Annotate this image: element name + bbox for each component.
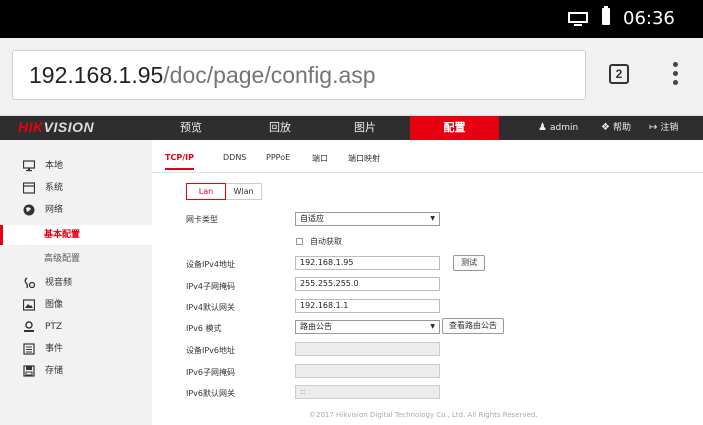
tab-wlan[interactable]: Wlan (226, 183, 262, 200)
hikvision-logo: HIKVISION (18, 119, 95, 135)
sidebar-item-advanced-config[interactable]: 高级配置 (0, 249, 152, 269)
system-icon (23, 182, 35, 194)
screen-cast-icon (568, 12, 588, 26)
video-audio-icon (24, 277, 35, 289)
tab-port[interactable]: 端口 (312, 153, 328, 164)
storage-icon (23, 365, 35, 377)
tab-ddns[interactable]: DDNS (223, 153, 246, 162)
network-subtabs: TCP/IP DDNS PPPoE 端口 端口映射 (152, 140, 703, 173)
ptz-icon (24, 321, 34, 332)
nav-picture[interactable]: 图片 (340, 116, 390, 140)
ipv6-gateway-field: :: (295, 385, 440, 399)
address-bar[interactable]: 192.168.1.95/doc/page/config.asp (12, 50, 586, 100)
sidebar-item-system[interactable]: 系统 (0, 178, 152, 198)
url-host: 192.168.1.95 (29, 62, 164, 88)
url-path: /doc/page/config.asp (163, 62, 376, 88)
event-icon (23, 343, 35, 355)
sidebar-item-event[interactable]: 事件 (0, 339, 152, 359)
dropdown-arrow-icon: ▼ (430, 215, 435, 222)
top-nav: HIKVISION 预览 回放 图片 配置 ♟ admin ❖ 帮助 ↦ 注销 (0, 116, 703, 140)
ipv6-address-label: 设备IPv6地址 (186, 346, 236, 355)
help-icon: ❖ (601, 122, 610, 133)
browser-toolbar: 192.168.1.95/doc/page/config.asp 2 (0, 38, 703, 116)
nav-preview[interactable]: 预览 (166, 116, 216, 140)
ipv6-gateway-label: IPv6默认网关 (186, 389, 236, 398)
tab-port-mapping[interactable]: 端口映射 (348, 153, 380, 164)
globe-icon (23, 204, 35, 216)
battery-icon (602, 6, 610, 25)
ipv4-gateway-field[interactable]: 192.168.1.1 (295, 299, 440, 313)
ipv6-mode-select[interactable]: 路由公告 ▼ (295, 320, 440, 334)
monitor-icon (23, 160, 35, 172)
user-icon: ♟ (538, 122, 547, 133)
dhcp-checkbox[interactable] (296, 238, 303, 245)
tab-lan[interactable]: Lan (186, 183, 226, 200)
sidebar-item-local[interactable]: 本地 (0, 156, 152, 176)
tab-tcpip[interactable]: TCP/IP (165, 153, 194, 170)
ipv4-gateway-label: IPv4默认网关 (186, 303, 236, 312)
logout-icon: ↦ (649, 122, 658, 133)
nav-configuration[interactable]: 配置 (410, 116, 499, 140)
view-router-advertisement-button[interactable]: 查看路由公告 (442, 318, 504, 334)
tab-switcher-button[interactable]: 2 (609, 64, 629, 84)
sidebar-item-basic-config[interactable]: 基本配置 (0, 225, 152, 245)
test-button[interactable]: 测试 (453, 255, 485, 271)
sidebar-item-video-audio[interactable]: 视音频 (0, 273, 152, 293)
clock: 06:36 (623, 8, 675, 29)
ipv6-mode-label: IPv6 模式 (186, 324, 222, 333)
help-link[interactable]: ❖ 帮助 (601, 116, 631, 140)
ipv4-address-label: 设备IPv4地址 (186, 260, 236, 269)
tab-pppoe[interactable]: PPPoE (266, 153, 290, 162)
ipv6-address-field (295, 342, 440, 356)
image-icon (23, 299, 35, 311)
logout-link[interactable]: ↦ 注销 (649, 116, 678, 140)
copyright-footer: ©2017 Hikvision Digital Technology Co., … (309, 411, 538, 419)
ipv4-address-field[interactable]: 192.168.1.95 (295, 256, 440, 270)
ipv4-mask-field[interactable]: 255.255.255.0 (295, 277, 440, 291)
ipv6-mask-field (295, 364, 440, 378)
dropdown-arrow-icon: ▼ (430, 323, 435, 330)
sidebar-item-storage[interactable]: 存储 (0, 361, 152, 381)
config-content: TCP/IP DDNS PPPoE 端口 端口映射 Lan Wlan 网卡类型 … (152, 140, 703, 425)
dhcp-label: 自动获取 (310, 237, 342, 246)
nav-playback[interactable]: 回放 (255, 116, 305, 140)
overflow-menu-icon[interactable] (670, 62, 680, 88)
nic-type-select[interactable]: 自适应 ▼ (295, 212, 440, 226)
sidebar-item-image[interactable]: 图像 (0, 295, 152, 315)
sidebar-item-network[interactable]: 网络 (0, 200, 152, 220)
ipv4-mask-label: IPv4子网掩码 (186, 282, 236, 291)
status-bar: 06:36 (0, 0, 703, 38)
sidebar-item-ptz[interactable]: PTZ (0, 317, 152, 337)
ipv6-mask-label: IPv6子网掩码 (186, 368, 236, 377)
nic-type-label: 网卡类型 (186, 215, 218, 224)
user-menu[interactable]: ♟ admin (538, 116, 578, 140)
sidebar: 本地 系统 网络 基本配置 高级配置 视音频 图像 PTZ 事件 存储 (0, 140, 152, 425)
